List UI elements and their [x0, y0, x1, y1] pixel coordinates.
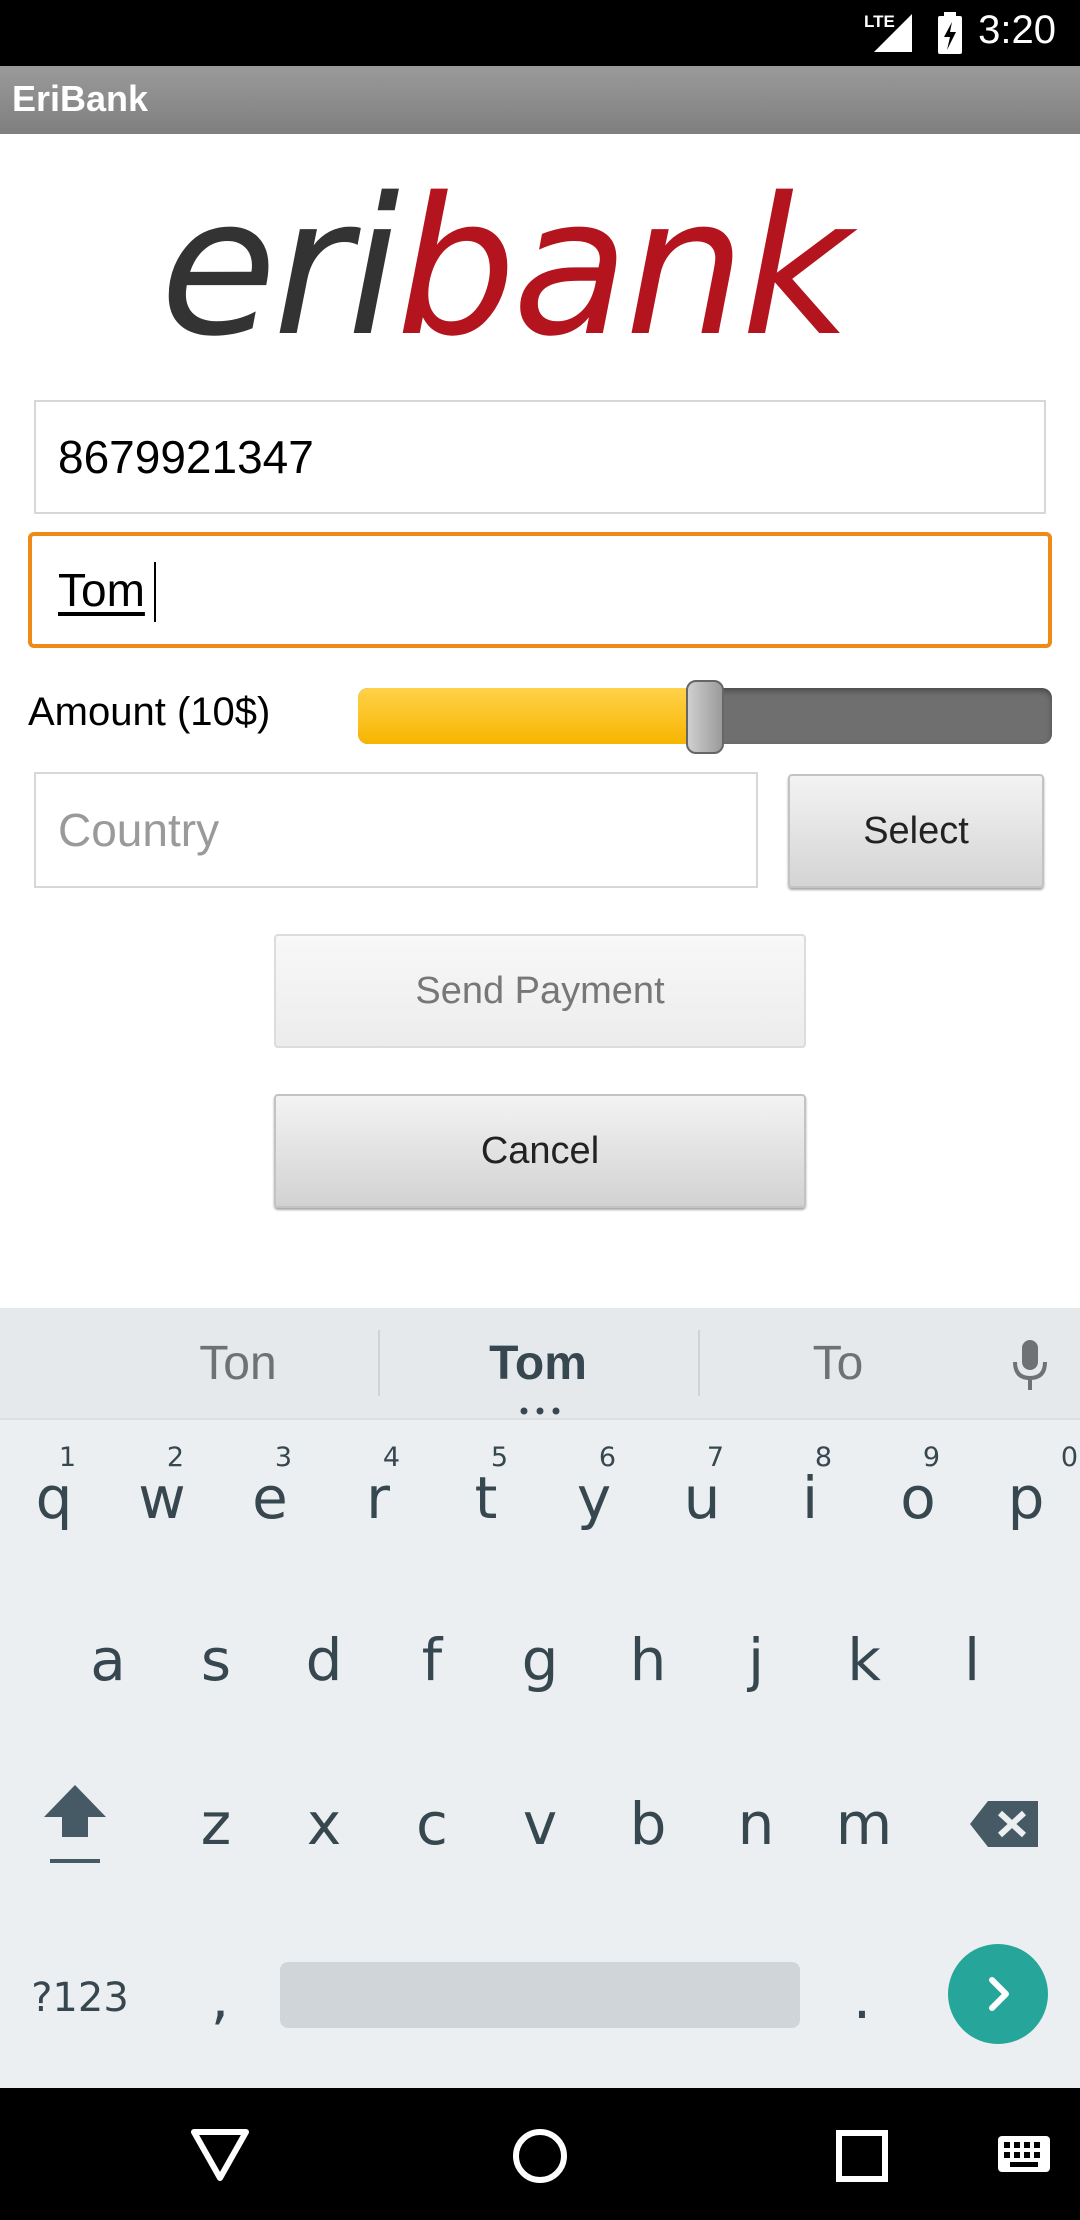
key-label: q [35, 1464, 73, 1532]
key-w[interactable]: w2 [108, 1418, 216, 1578]
navigation-bar [0, 2088, 1080, 2220]
shift-key[interactable] [0, 1742, 150, 1906]
key-c[interactable]: c [378, 1742, 486, 1906]
backspace-icon [970, 1801, 1038, 1847]
select-country-button[interactable]: Select [788, 774, 1044, 888]
key-j[interactable]: j [702, 1578, 810, 1742]
key-hint: 1 [58, 1442, 76, 1473]
key-q[interactable]: q1 [0, 1418, 108, 1578]
name-field[interactable]: Tom [28, 532, 1052, 648]
send-payment-button[interactable]: Send Payment [274, 934, 806, 1048]
app-title: EriBank [12, 78, 149, 119]
key-i[interactable]: i8 [756, 1418, 864, 1578]
backspace-key[interactable] [930, 1742, 1080, 1906]
chevron-right-icon [989, 1977, 1009, 2011]
cancel-button[interactable]: Cancel [274, 1094, 806, 1208]
phone-number-value: 8679921347 [58, 431, 314, 483]
recents-icon[interactable] [834, 2128, 890, 2184]
name-value: Tom [58, 564, 145, 616]
key-y[interactable]: y6 [540, 1418, 648, 1578]
key-r[interactable]: r4 [324, 1418, 432, 1578]
keyboard-row-3: z x c v b n m [0, 1742, 1080, 1906]
key-hint: 0 [1060, 1442, 1078, 1473]
key-k[interactable]: k [810, 1578, 918, 1742]
key-hint: 9 [922, 1442, 940, 1473]
key-label: e [252, 1464, 288, 1532]
keyboard-row-2: a s d f g h j k l [0, 1578, 1080, 1742]
key-h[interactable]: h [594, 1578, 702, 1742]
key-p[interactable]: p0 [972, 1418, 1080, 1578]
comma-key[interactable]: , [170, 1908, 270, 2088]
amount-label: Amount (10$) [28, 690, 271, 734]
key-s[interactable]: s [162, 1578, 270, 1742]
keyboard-switch-icon[interactable] [996, 2134, 1052, 2174]
phone-number-field[interactable]: 8679921347 [34, 400, 1046, 514]
key-t[interactable]: t5 [432, 1418, 540, 1578]
key-hint: 7 [706, 1442, 724, 1473]
key-label: u [683, 1464, 721, 1532]
logo-text-red: bank [395, 157, 851, 378]
key-b[interactable]: b [594, 1742, 702, 1906]
suggestion-divider [698, 1330, 700, 1396]
country-placeholder: Country [58, 804, 220, 856]
key-label: w [138, 1464, 186, 1532]
key-g[interactable]: g [486, 1578, 594, 1742]
key-label: r [366, 1464, 390, 1532]
key-hint: 8 [814, 1442, 832, 1473]
key-hint: 3 [274, 1442, 292, 1473]
key-label: o [900, 1464, 936, 1532]
soft-keyboard: Ton Tom To q1 w2 e3 r4 t5 y6 u7 i8 o9 p0… [0, 1308, 1080, 2088]
amount-slider-fill [358, 688, 705, 744]
period-key[interactable]: . [812, 1908, 912, 2088]
key-u[interactable]: u7 [648, 1418, 756, 1578]
key-label: i [801, 1464, 819, 1532]
key-label: y [576, 1464, 612, 1532]
shift-arrow-icon [44, 1785, 106, 1863]
key-label: p [1007, 1464, 1045, 1532]
key-hint: 4 [382, 1442, 400, 1473]
key-label: t [474, 1464, 498, 1532]
key-n[interactable]: n [702, 1742, 810, 1906]
space-key[interactable] [280, 1962, 800, 2028]
home-icon[interactable] [510, 2126, 570, 2186]
key-x[interactable]: x [270, 1742, 378, 1906]
key-hint: 6 [598, 1442, 616, 1473]
key-o[interactable]: o9 [864, 1418, 972, 1578]
cell-signal-icon [874, 14, 912, 52]
battery-charging-icon [938, 12, 962, 54]
keyboard-row-1: q1 w2 e3 r4 t5 y6 u7 i8 o9 p0 [0, 1418, 1080, 1578]
key-m[interactable]: m [810, 1742, 918, 1906]
status-time: 3:20 [978, 8, 1056, 52]
enter-next-key[interactable] [948, 1944, 1048, 2044]
key-f[interactable]: f [378, 1578, 486, 1742]
suggestion-item[interactable]: Ton [120, 1308, 356, 1418]
symbols-key[interactable]: ?123 [0, 1908, 160, 2088]
microphone-icon[interactable] [1010, 1338, 1050, 1394]
action-bar: EriBank [0, 66, 1080, 134]
suggestion-bar: Ton Tom To [0, 1308, 1080, 1420]
suggestion-item[interactable]: To [720, 1308, 956, 1418]
eribank-logo: eribank [160, 168, 920, 368]
key-a[interactable]: a [54, 1578, 162, 1742]
logo-text-dark: eri [160, 157, 400, 378]
text-cursor [154, 562, 156, 622]
more-suggestions-dots [520, 1402, 560, 1415]
key-hint: 5 [490, 1442, 508, 1473]
key-l[interactable]: l [918, 1578, 1026, 1742]
key-hint: 2 [166, 1442, 184, 1473]
country-field[interactable]: Country [34, 772, 758, 888]
key-z[interactable]: z [162, 1742, 270, 1906]
key-d[interactable]: d [270, 1578, 378, 1742]
amount-slider-thumb[interactable] [686, 680, 724, 754]
back-icon[interactable] [190, 2126, 250, 2182]
status-bar: LTE 3:20 [0, 0, 1080, 66]
key-e[interactable]: e3 [216, 1418, 324, 1578]
suggestion-divider [378, 1330, 380, 1396]
key-v[interactable]: v [486, 1742, 594, 1906]
